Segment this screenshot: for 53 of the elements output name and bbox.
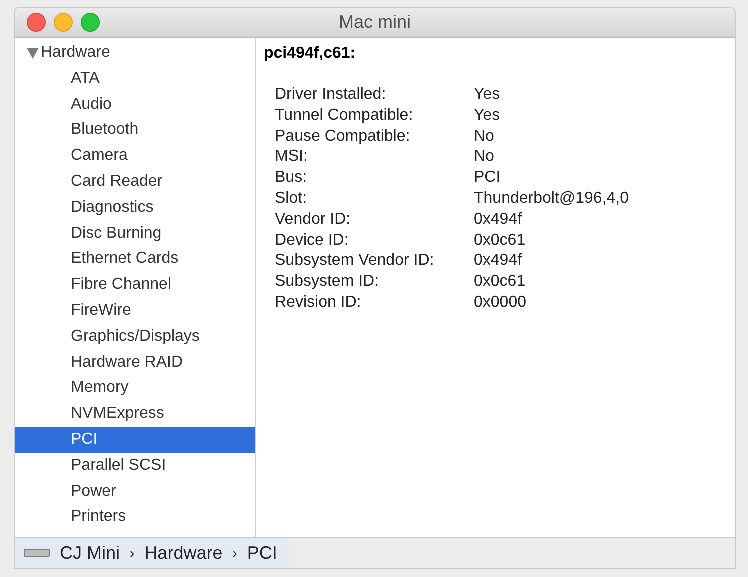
sidebar-item[interactable]: Ethernet Cards [15, 246, 255, 272]
sidebar-item[interactable]: Bluetooth [15, 118, 255, 144]
sidebar-item[interactable]: Power [15, 478, 255, 505]
property-label: MSI: [275, 147, 308, 168]
property-label: Tunnel Compatible: [275, 106, 414, 126]
property-value: Yes [474, 106, 500, 126]
property-value: No [474, 126, 494, 147]
property-value: Thunderbolt@196,4,0 [474, 188, 630, 209]
property-label: Pause Compatible: [275, 126, 410, 147]
property-label: Subsystem ID: [275, 272, 380, 292]
close-button[interactable] [27, 13, 46, 32]
property-label: Subsystem Vendor ID: [275, 251, 434, 272]
path-segment[interactable]: PCI [247, 540, 278, 566]
computer-icon [24, 549, 50, 557]
sidebar-item[interactable]: Graphics/Displays [15, 324, 255, 350]
sidebar-item[interactable]: FireWire [15, 298, 255, 324]
sidebar-item[interactable]: Card Reader [15, 169, 255, 195]
sidebar-item[interactable]: Audio [15, 92, 255, 118]
separator-chevron: › [232, 544, 238, 562]
property-value: 0x0000 [474, 292, 526, 313]
sidebar-item[interactable]: Parallel SCSI [15, 452, 255, 479]
window-title: Mac mini [338, 11, 412, 34]
sidebar-item[interactable]: Disc Burning [15, 220, 255, 247]
sidebar-item[interactable]: PCI [15, 427, 255, 453]
path-segment[interactable]: CJ Mini [60, 540, 120, 566]
minimize-button[interactable] [54, 13, 73, 32]
sidebar-item[interactable]: Diagnostics [15, 194, 255, 221]
property-value: No [474, 147, 494, 168]
zoom-button[interactable] [81, 13, 100, 32]
property-value: PCI [474, 168, 501, 188]
sidebar-item[interactable]: NVMExpress [15, 401, 255, 428]
property-label: Vendor ID: [275, 210, 351, 230]
separator-chevron: › [130, 544, 135, 562]
sidebar-item[interactable]: Printers [15, 504, 255, 530]
property-label: Slot: [275, 188, 308, 209]
property-value: 0x0c61 [474, 230, 526, 251]
sidebar-group[interactable]: Hardware [15, 40, 255, 66]
sidebar-item[interactable]: ATA [15, 66, 255, 92]
property-value: 0x494f [474, 251, 522, 272]
property-label: Device ID: [275, 230, 349, 251]
property-value: 0x494f [474, 210, 522, 230]
sidebar-item[interactable]: Memory [15, 376, 255, 402]
detail-heading: pci494f,c61: [264, 44, 356, 64]
path-segment[interactable]: Hardware [144, 540, 223, 566]
property-label: Driver Installed: [275, 85, 386, 105]
property-label: Bus: [275, 168, 308, 188]
property-value: 0x0c61 [474, 272, 526, 292]
disclosure-triangle-icon [27, 48, 39, 58]
sidebar-item[interactable]: Fibre Channel [15, 272, 255, 298]
sidebar-item[interactable]: Hardware RAID [15, 350, 255, 376]
property-label: Revision ID: [275, 292, 362, 313]
property-value: Yes [474, 85, 500, 105]
sidebar-item[interactable]: Camera [15, 143, 255, 170]
